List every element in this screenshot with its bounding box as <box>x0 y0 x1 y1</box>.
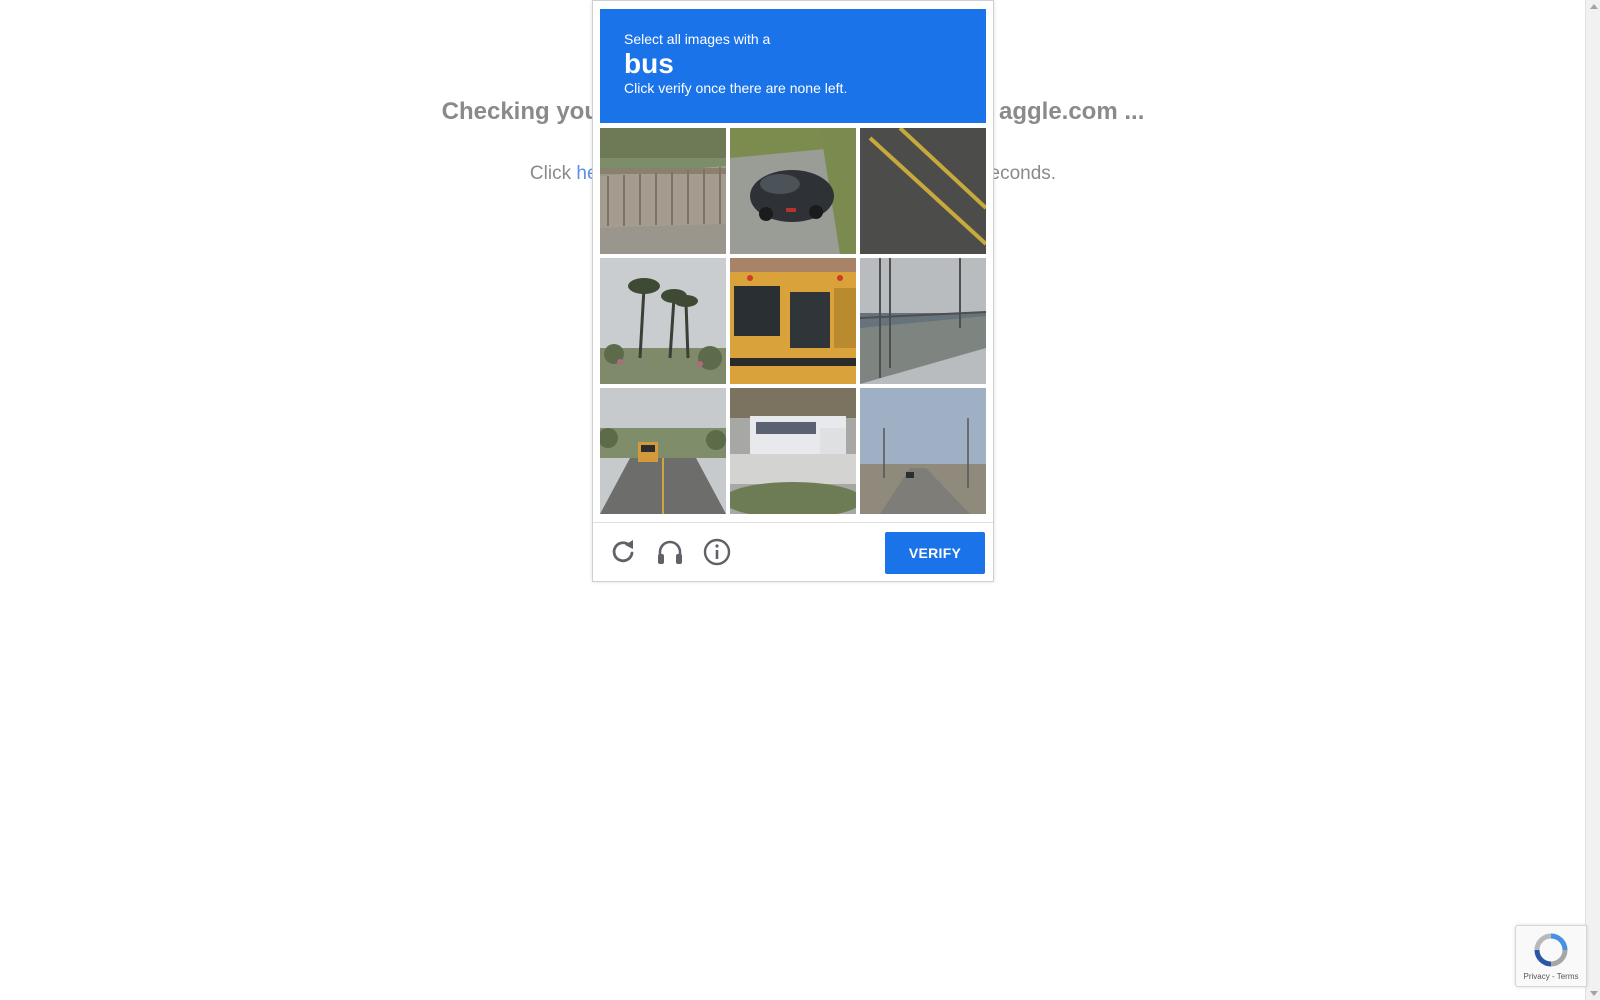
tile-bridge-railing[interactable] <box>600 128 726 254</box>
background-sub-right: econds. <box>989 163 1057 184</box>
background-sub-left: Click <box>529 163 577 184</box>
image-grid <box>600 128 986 514</box>
verify-button[interactable]: VERIFY <box>885 532 985 574</box>
tile-road-lines-image <box>860 128 986 254</box>
tile-palm-trees-image <box>600 258 726 384</box>
tile-empty-road[interactable] <box>860 388 986 514</box>
tile-dark-car-image <box>730 128 856 254</box>
tile-bridge-power-lines[interactable] <box>860 258 986 384</box>
tile-city-bus[interactable] <box>730 388 856 514</box>
tile-school-bus[interactable] <box>730 258 856 384</box>
tile-palm-trees[interactable] <box>600 258 726 384</box>
tile-empty-road-image <box>860 388 986 514</box>
challenge-footer: VERIFY <box>593 522 993 581</box>
tile-bridge-railing-image <box>600 128 726 254</box>
reload-icon[interactable] <box>608 537 638 567</box>
recaptcha-logo-icon <box>1534 933 1568 967</box>
tile-road-school-bus-image <box>600 388 726 514</box>
captcha-challenge: Select all images with a bus Click verif… <box>592 0 994 582</box>
challenge-header: Select all images with a bus Click verif… <box>600 9 986 123</box>
tile-road-school-bus[interactable] <box>600 388 726 514</box>
tile-school-bus-image <box>730 258 856 384</box>
challenge-target: bus <box>624 48 674 79</box>
background-title-right: aggle.com ... <box>998 98 1145 125</box>
info-icon[interactable] <box>702 537 732 567</box>
privacy-link[interactable]: Privacy <box>1524 972 1550 981</box>
tile-bridge-power-lines-image <box>860 258 986 384</box>
tile-road-lines[interactable] <box>860 128 986 254</box>
tile-dark-car[interactable] <box>730 128 856 254</box>
challenge-instruction: Select all images with a <box>624 31 771 47</box>
scroll-up-icon[interactable] <box>1590 4 1598 9</box>
background-title-left: Checking you <box>441 98 599 125</box>
headphones-icon[interactable] <box>655 537 685 567</box>
scroll-down-icon[interactable] <box>1590 991 1598 996</box>
page-scrollbar[interactable] <box>1585 0 1600 1000</box>
terms-link[interactable]: Terms <box>1557 972 1579 981</box>
recaptcha-badge[interactable]: Privacy - Terms <box>1515 925 1587 987</box>
badge-separator: - <box>1549 972 1557 981</box>
challenge-hint: Click verify once there are none left. <box>624 80 848 96</box>
badge-links: Privacy - Terms <box>1516 972 1586 981</box>
tile-city-bus-image <box>730 388 856 514</box>
